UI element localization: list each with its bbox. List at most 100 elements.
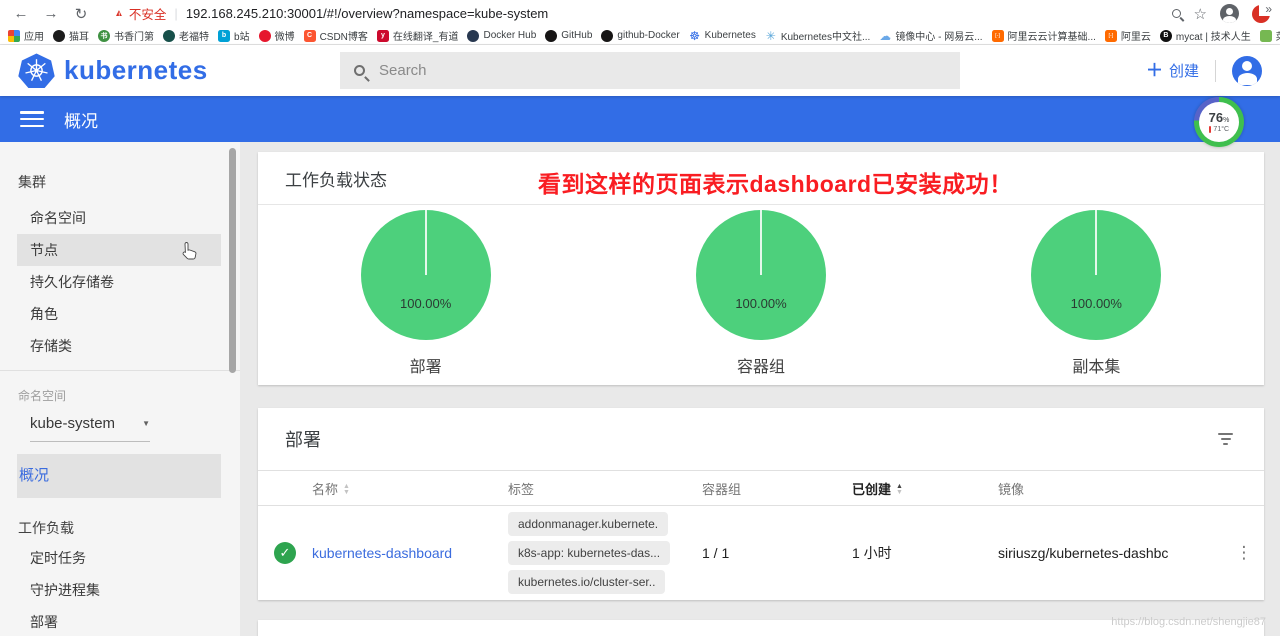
bookmark-label: CSDN博客: [319, 32, 368, 43]
column-name[interactable]: 名称 ▲ ▼: [306, 470, 502, 506]
bookmark-item[interactable]: 应用: [8, 28, 44, 43]
bookmark-label: 阿里云云计算基础...: [1007, 32, 1096, 43]
bookmark-item[interactable]: [-] 阿里云云计算基础...: [991, 28, 1096, 43]
zoom-icon[interactable]: [1171, 9, 1181, 18]
bookmark-favicon: [8, 29, 20, 42]
sidebar-item-daemon-sets[interactable]: 守护进程集: [0, 574, 240, 606]
reload-button[interactable]: ↻: [70, 3, 92, 25]
browser-profile-avatar[interactable]: [1220, 4, 1239, 23]
bookmark-favicon: [601, 29, 614, 42]
workload-status-title: 工作负载状态: [285, 170, 387, 190]
bookmark-favicon: C: [303, 29, 316, 42]
bookmark-favicon: ☁: [879, 29, 892, 42]
label-chip: k8s-app: kubernetes-das...: [508, 541, 671, 566]
bookmark-item[interactable]: 微博: [258, 28, 295, 43]
sidebar-section-workloads[interactable]: 工作负载: [0, 518, 240, 536]
bookmark-label: 镜像中心 - 网易云...: [895, 32, 983, 43]
sidebar-item-label: 节点: [30, 242, 58, 258]
sidebar-item-deployments[interactable]: 部署: [0, 606, 240, 636]
bookmark-item[interactable]: b b站: [218, 28, 250, 43]
bookmark-favicon: y: [376, 29, 389, 42]
cpu-gauge-widget[interactable]: 76% 71°C: [1194, 97, 1244, 147]
workload-status-card: 工作负载状态 看到这样的页面表示dashboard已安装成功！ 100.00% …: [258, 152, 1264, 385]
bookmark-star-icon[interactable]: ☆: [1194, 5, 1207, 23]
column-pods[interactable]: 容器组: [696, 470, 846, 506]
user-avatar-button[interactable]: [1232, 55, 1262, 86]
menu-button[interactable]: [20, 111, 44, 127]
bookmark-label: 猫耳: [69, 32, 89, 43]
browser-url-bar: ← → ↻ ▲ 不安全 | ☆: [0, 0, 1280, 27]
bookmark-favicon: [1259, 29, 1272, 42]
bookmark-item[interactable]: C CSDN博客: [303, 28, 368, 43]
bookmark-label: 在线翻译_有道: [392, 32, 459, 43]
sidebar-item-overview[interactable]: 概况: [17, 454, 221, 498]
url-separator: |: [174, 6, 178, 21]
back-button[interactable]: ←: [10, 3, 32, 25]
bookmark-item[interactable]: 猫耳: [53, 28, 89, 43]
bookmark-label: Docker Hub: [483, 30, 537, 41]
column-created[interactable]: 已创建 ▲ ▼: [846, 470, 992, 506]
security-label: 不安全: [128, 8, 167, 22]
header-actions: ＋ 创建: [1146, 45, 1262, 96]
bookmark-item[interactable]: 书 书香门第: [98, 28, 154, 43]
bookmark-item[interactable]: ☸ Kubernetes: [689, 30, 756, 42]
hand-cursor: [182, 242, 197, 260]
sidebar-item-roles[interactable]: 角色: [0, 298, 240, 330]
bookmark-item[interactable]: github-Docker: [601, 29, 680, 42]
bookmark-item[interactable]: 老福特: [163, 28, 209, 43]
kubernetes-logo-icon: [18, 53, 55, 88]
name-cell: kubernetes-dashboard: [306, 506, 502, 601]
check-circle-icon: ✓: [274, 542, 296, 565]
sort-icons: ▲ ▼: [896, 482, 903, 497]
image-cell: siriuszg/kubernetes-dashbc: [998, 545, 1169, 562]
sidebar-item-namespaces[interactable]: 命名空间: [0, 202, 240, 234]
column-images[interactable]: 镜像: [992, 470, 1218, 506]
bookmarks-overflow-chevron[interactable]: »: [1259, 2, 1272, 16]
bookmark-label: b站: [234, 32, 250, 43]
filter-button[interactable]: [1214, 429, 1237, 449]
bookmark-item[interactable]: y 在线翻译_有道: [376, 28, 459, 43]
namespace-select[interactable]: kube-system ▼: [30, 415, 150, 442]
bookmark-item[interactable]: GitHub: [545, 29, 592, 42]
bookmark-item[interactable]: Docker Hub: [467, 29, 537, 42]
sidebar-item-storage-classes[interactable]: 存储类: [0, 330, 240, 362]
pie-caption: 副本集: [1072, 359, 1121, 376]
column-labels[interactable]: 标签: [502, 470, 696, 506]
deployment-name-link[interactable]: kubernetes-dashboard: [312, 545, 452, 561]
sidebar-item-persistent-volumes[interactable]: 持久化存储卷: [0, 266, 240, 298]
row-menu-button[interactable]: ⋮: [1224, 543, 1264, 563]
pie-chart-deployments: 100.00% 部署: [258, 210, 593, 377]
actions-cell: ⋮: [1218, 506, 1264, 601]
bookmark-item[interactable]: ✳ Kubernetes中文社...: [765, 28, 871, 44]
pods-cell: 1 / 1: [702, 545, 730, 562]
status-cell: ✓: [258, 506, 306, 601]
bookmarks-bar: 应用 猫耳 书 书香门第 老福特 b b站 微博 C CSDN博客 y 在线翻译…: [0, 27, 1280, 45]
bookmark-favicon: B: [1159, 29, 1172, 42]
create-button[interactable]: ＋ 创建: [1146, 60, 1199, 81]
table-row: ✓ kubernetes-dashboard addonmanager.kube…: [258, 506, 1264, 601]
bookmark-item[interactable]: ☁ 镜像中心 - 网易云...: [879, 28, 983, 44]
forward-button[interactable]: →: [40, 3, 62, 25]
bookmark-favicon: 书: [98, 29, 110, 42]
bookmark-label: 应用: [24, 32, 44, 43]
url-input[interactable]: [185, 6, 806, 21]
security-chip[interactable]: ▲ 不安全: [114, 4, 166, 23]
sidebar-item-cron-jobs[interactable]: 定时任务: [0, 542, 240, 574]
bookmark-label: Kubernetes: [704, 30, 756, 41]
namespace-value: kube-system: [30, 415, 116, 432]
bookmark-favicon: [-]: [991, 29, 1004, 42]
sidebar-scrollbar[interactable]: [229, 148, 236, 373]
gauge-percent: 76: [1208, 110, 1224, 125]
search-input[interactable]: [379, 62, 946, 79]
sidebar-section-cluster[interactable]: 集群: [0, 172, 240, 190]
bookmark-item[interactable]: 菜鸟教程: [1259, 28, 1280, 43]
pie-caption: 部署: [409, 359, 442, 376]
pie-pods: 100.00%: [695, 210, 826, 340]
bookmark-item[interactable]: B mycat | 技术人生: [1159, 28, 1251, 43]
bookmark-item[interactable]: [-] 阿里云: [1104, 28, 1151, 43]
sidebar-item-nodes[interactable]: 节点: [17, 234, 221, 266]
bookmark-label: 阿里云: [1120, 32, 1151, 43]
label-chip: kubernetes.io/cluster-ser..: [508, 570, 666, 595]
pie-caption: 容器组: [736, 359, 785, 376]
brand[interactable]: kubernetes: [18, 52, 208, 89]
